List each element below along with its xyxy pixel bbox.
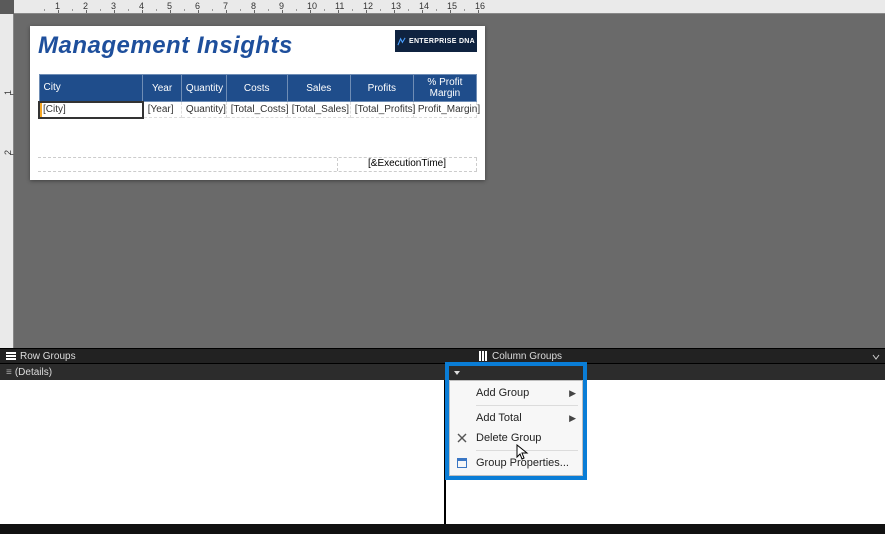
horizontal-ruler: 12345678910111213141516 [14, 0, 885, 14]
logo-text: ENTERPRISE DNA [409, 38, 475, 45]
column-groups-icon [478, 351, 488, 361]
cell-year[interactable]: [Year] [143, 102, 182, 118]
cell-quantity[interactable]: Quantity] [181, 102, 226, 118]
submenu-arrow-icon: ▶ [569, 413, 576, 424]
col-year[interactable]: Year [143, 75, 182, 102]
column-groups-label: Column Groups [472, 351, 568, 362]
header-row[interactable]: City Year Quantity Costs Sales Profits %… [39, 75, 477, 102]
context-menu-highlight: Add Group ▶ Add Total ▶ Delete Group Gro… [445, 362, 587, 480]
row-groups-icon [6, 351, 16, 361]
cell-profits[interactable]: [Total_Profits] [350, 102, 413, 118]
cell-city[interactable]: [City] [39, 102, 143, 118]
cell-sales[interactable]: [Total_Sales] [287, 102, 350, 118]
col-quantity[interactable]: Quantity [181, 75, 226, 102]
tablix[interactable]: City Year Quantity Costs Sales Profits %… [38, 74, 477, 119]
column-groups-dropdown[interactable] [449, 366, 583, 380]
execution-time-placeholder[interactable]: [&ExecutionTime] [337, 158, 477, 171]
col-profits[interactable]: Profits [350, 75, 413, 102]
submenu-arrow-icon: ▶ [569, 388, 576, 399]
page-footer[interactable]: [&ExecutionTime] [38, 157, 477, 172]
design-canvas[interactable]: Management Insights ENTERPRISE DNA City … [14, 14, 885, 348]
menu-add-total[interactable]: Add Total ▶ [450, 408, 582, 428]
menu-delete-group[interactable]: Delete Group [450, 428, 582, 448]
properties-icon [454, 455, 470, 471]
cell-costs[interactable]: [Total_Costs] [226, 102, 287, 118]
status-strip [0, 524, 885, 534]
col-sales[interactable]: Sales [287, 75, 350, 102]
groups-panel-header: Row Groups Column Groups [0, 348, 885, 364]
col-costs[interactable]: Costs [226, 75, 287, 102]
row-groups-pane[interactable]: ≡ (Details) [0, 364, 885, 380]
col-city[interactable]: City [39, 75, 143, 102]
groups-body [0, 380, 885, 524]
col-margin[interactable]: % Profit Margin [413, 75, 476, 102]
details-group-item[interactable]: (Details) [15, 367, 52, 378]
row-groups-label: Row Groups [0, 351, 82, 362]
cell-margin[interactable]: Profit_Margin] [413, 102, 476, 118]
menu-separator [476, 405, 578, 406]
delete-icon [454, 430, 470, 446]
logo-badge: ENTERPRISE DNA [395, 30, 477, 52]
menu-separator [476, 450, 578, 451]
details-group-glyph-icon: ≡ [6, 367, 12, 378]
groups-panel-chevron-icon[interactable] [871, 352, 881, 362]
menu-add-group[interactable]: Add Group ▶ [450, 383, 582, 403]
menu-group-properties[interactable]: Group Properties... [450, 453, 582, 473]
report-page[interactable]: Management Insights ENTERPRISE DNA City … [30, 26, 485, 180]
vertical-ruler: 12 [0, 14, 14, 348]
detail-row[interactable]: [City] [Year] Quantity] [Total_Costs] [T… [39, 102, 477, 118]
context-menu: Add Group ▶ Add Total ▶ Delete Group Gro… [449, 380, 583, 476]
